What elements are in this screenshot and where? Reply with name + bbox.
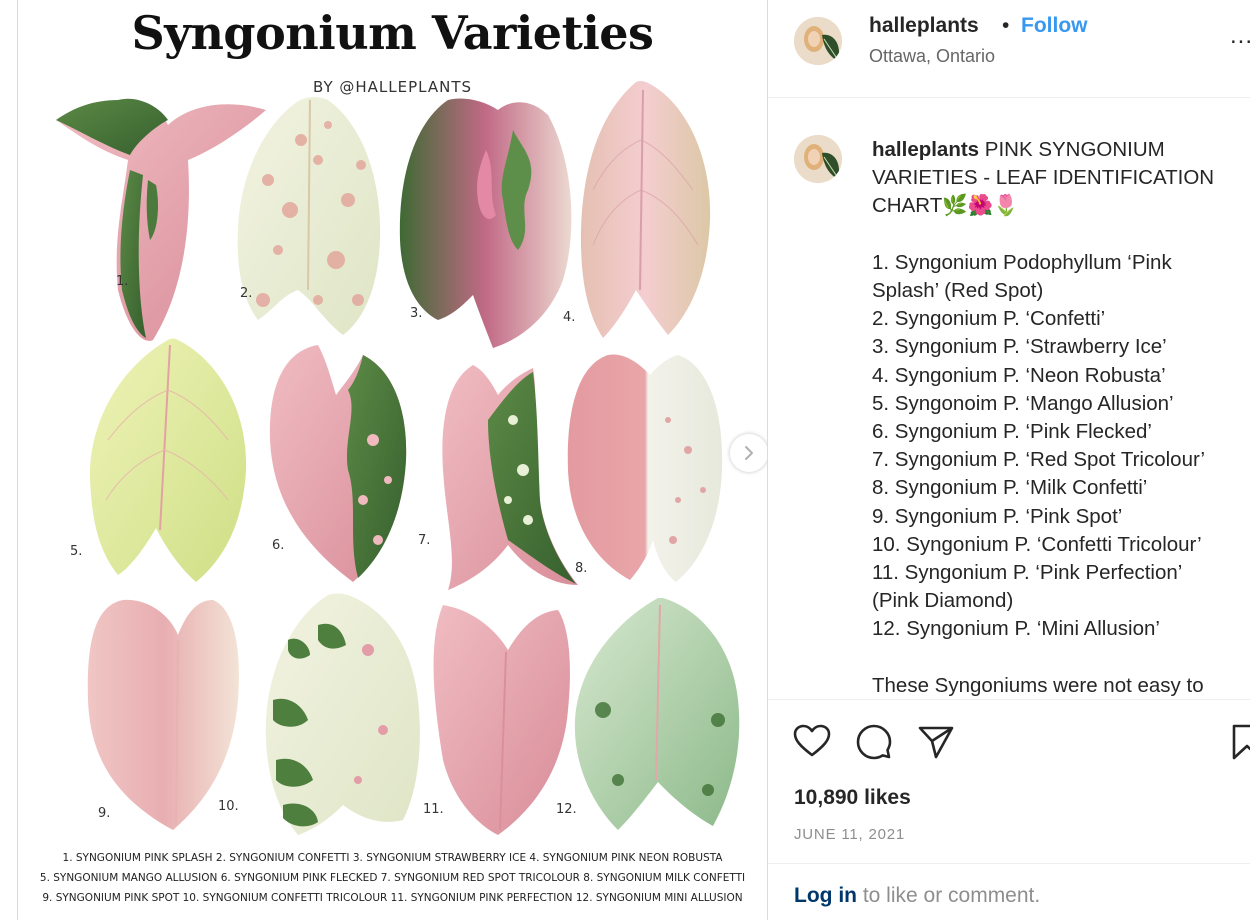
caption-username[interactable]: halleplants: [872, 138, 979, 161]
caption-list-item: Splash’ (Red Spot): [872, 279, 1044, 303]
separator-dot: •: [1002, 14, 1010, 37]
leaf-number-11: 11.: [423, 802, 444, 817]
leaf-number-12: 12.: [556, 802, 577, 817]
leaf-number-7: 7.: [418, 533, 430, 548]
bookmark-icon: [1232, 724, 1250, 760]
caption-text-line: CHART🌿🌺🌷: [872, 194, 1019, 218]
caption-text-line: VARIETIES - LEAF IDENTIFICATION: [872, 166, 1215, 190]
post-date[interactable]: JUNE 11, 2021: [794, 826, 905, 843]
post-caption: halleplants PINK SYNGONIUM VARIETIES - L…: [872, 136, 1250, 700]
share-icon: [918, 726, 954, 759]
leaf-illustrations: 1. 2. 3. 4. 5. 6. 7. 8. 9. 10. 11. 12.: [56, 80, 740, 835]
legend-line: 1. SYNGONIUM PINK SPLASH 2. SYNGONIUM CO…: [62, 852, 723, 864]
leaf-number-4: 4.: [563, 310, 575, 325]
header-username[interactable]: halleplants: [869, 14, 979, 38]
caption-list-item: 5. Syngonoim P. ‘Mango Allusion’: [872, 391, 1174, 415]
login-prompt-text: to like or comment.: [856, 884, 1041, 907]
login-prompt: Log in to like or comment.: [794, 884, 1040, 908]
next-image-button[interactable]: [730, 434, 767, 472]
more-options-button[interactable]: ...: [1230, 22, 1250, 50]
location-link[interactable]: Ottawa, Ontario: [869, 46, 995, 67]
follow-button[interactable]: Follow: [1021, 14, 1088, 38]
leaf-1-pink-splash: [56, 98, 266, 341]
caption-list-item: 9. Syngonium P. ‘Pink Spot’: [872, 504, 1123, 528]
comment-icon: [856, 724, 892, 760]
leaf-9-pink-spot: [87, 599, 239, 830]
post-image[interactable]: Syngonium Varieties BY @HALLEPLANTS 1. 2…: [18, 0, 767, 920]
leaf-number-10: 10.: [218, 799, 239, 814]
caption-list-item: 2. Syngonium P. ‘Confetti’: [872, 307, 1106, 331]
caption-list-item: 3. Syngonium P. ‘Strawberry Ice’: [872, 335, 1167, 359]
login-divider: [768, 863, 1250, 864]
leaf-number-2: 2.: [240, 286, 252, 301]
leaf-7-red-spot-tricolour: [442, 365, 578, 590]
avatar[interactable]: [794, 135, 842, 183]
caption-list-item: 10. Syngonium P. ‘Confetti Tricolour’: [872, 532, 1202, 556]
leaf-6-pink-flecked: [269, 345, 407, 582]
leaf-10-confetti-tricolour: [265, 593, 420, 835]
chart-legend: 1. SYNGONIUM PINK SPLASH 2. SYNGONIUM CO…: [18, 848, 767, 908]
like-button[interactable]: [792, 722, 832, 762]
likes-count[interactable]: 10,890 likes: [794, 786, 911, 810]
leaf-number-8: 8.: [575, 561, 587, 576]
leaf-2-confetti: [237, 97, 381, 335]
caption-list-item: (Pink Diamond): [872, 589, 1014, 613]
caption-text-line: PINK SYNGONIUM: [979, 138, 1165, 161]
leaf-number-3: 3.: [410, 306, 422, 321]
caption-list-item: 1. Syngonium Podophyllum ‘Pink: [872, 250, 1172, 274]
leaf-5-mango-allusion: [89, 338, 247, 582]
leaf-4-neon-robusta: [580, 80, 711, 339]
leaf-8-milk-confetti: [567, 354, 723, 582]
caption-list-item: 6. Syngonium P. ‘Pink Flecked’: [872, 420, 1152, 444]
leaf-number-6: 6.: [272, 538, 284, 553]
leaf-number-5: 5.: [70, 544, 82, 559]
avatar-image: [794, 17, 842, 65]
actions-divider: [768, 699, 1250, 700]
post-side-panel: halleplants • Follow Ottawa, Ontario ...…: [768, 0, 1250, 920]
caption-list-item: 12. Syngonium P. ‘Mini Allusion’: [872, 617, 1160, 641]
heart-icon: [793, 724, 831, 757]
chevron-right-icon: [745, 446, 753, 460]
leaf-12-mini-allusion: [574, 598, 740, 830]
leaf-3-strawberry-ice: [399, 98, 572, 348]
caption-list-item: 11. Syngonium P. ‘Pink Perfection’: [872, 561, 1183, 585]
save-button[interactable]: [1230, 722, 1250, 762]
caption-list-item: 8. Syngonium P. ‘Milk Confetti’: [872, 476, 1148, 500]
header-divider: [768, 97, 1250, 98]
leaf-number-1: 1.: [116, 274, 128, 289]
login-link[interactable]: Log in: [794, 884, 857, 907]
leaf-number-9: 9.: [98, 806, 110, 821]
share-button[interactable]: [916, 722, 956, 762]
avatar-image: [794, 135, 842, 183]
instagram-post-modal: Syngonium Varieties BY @HALLEPLANTS 1. 2…: [0, 0, 1250, 920]
leaf-11-pink-perfection: [433, 605, 570, 835]
legend-line: 5. SYNGONIUM MANGO ALLUSION 6. SYNGONIUM…: [39, 872, 746, 884]
caption-list-item: 7. Syngonium P. ‘Red Spot Tricolour’: [872, 448, 1206, 472]
caption-list-item: 4. Syngonium P. ‘Neon Robusta’: [872, 363, 1166, 387]
avatar[interactable]: [794, 17, 842, 65]
comment-button[interactable]: [854, 722, 894, 762]
legend-line: 9. SYNGONIUM PINK SPOT 10. SYNGONIUM CON…: [42, 892, 743, 904]
caption-more-text: These Syngoniums were not easy to: [872, 673, 1204, 697]
